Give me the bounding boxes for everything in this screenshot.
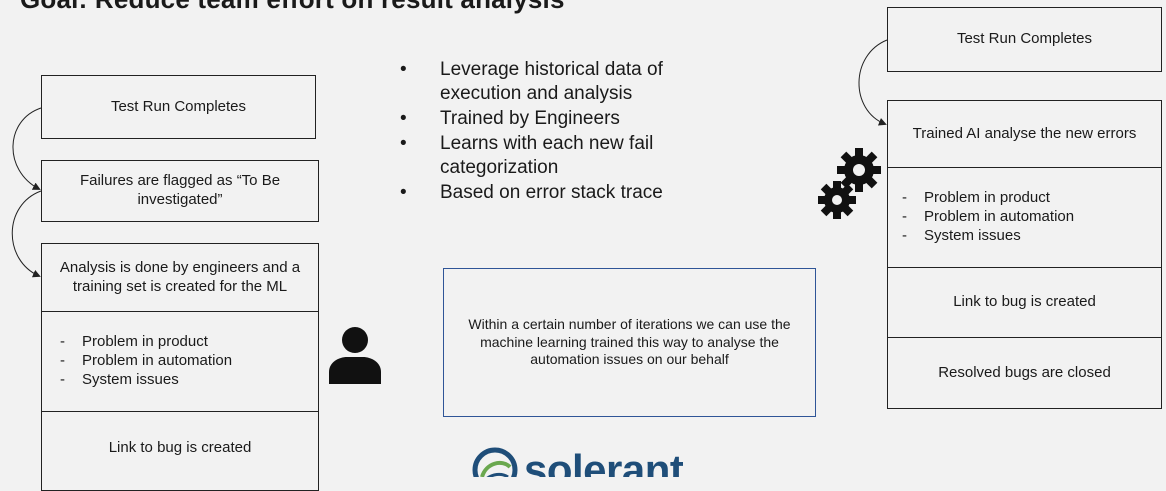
list-item: Problem in automation bbox=[902, 208, 1074, 227]
gears-icon bbox=[818, 148, 881, 219]
right-step-bugs-closed: Resolved bugs are closed bbox=[887, 337, 1162, 409]
left-step-5-label: Link to bug is created bbox=[108, 439, 252, 456]
right-step-trained-ai: Trained AI analyse the new errors bbox=[887, 100, 1162, 168]
left-step-1-label: Test Run Completes bbox=[110, 97, 247, 115]
list-item: Problem in product bbox=[60, 333, 232, 352]
left-arrow-1-2 bbox=[12, 107, 42, 190]
person-icon bbox=[329, 327, 381, 384]
right-step-5-label: Resolved bugs are closed bbox=[938, 363, 1111, 381]
left-step-categories: Problem in product Problem in automation… bbox=[41, 311, 319, 412]
list-item: System issues bbox=[902, 227, 1074, 246]
bullet-item: Learns with each new fail categorization bbox=[398, 132, 738, 180]
right-step-4-label: Link to bug is created bbox=[953, 293, 1096, 311]
left-step-link-to-bug: Link to bug is created bbox=[41, 411, 319, 491]
bullet-item: Leverage historical data of execution an… bbox=[398, 58, 738, 106]
list-item: Problem in product bbox=[902, 189, 1074, 208]
logo-swirl-icon bbox=[472, 447, 518, 477]
right-categories-list: Problem in product Problem in automation… bbox=[902, 189, 1074, 245]
left-step-2-label: Failures are flagged as “To Be investiga… bbox=[79, 172, 281, 208]
right-step-categories: Problem in product Problem in automation… bbox=[887, 167, 1162, 268]
left-step-3-label: Analysis is done by engineers and a trai… bbox=[59, 258, 301, 295]
left-step-analysis-by-engineers: Analysis is done by engineers and a trai… bbox=[41, 243, 319, 312]
bullet-item: Trained by Engineers bbox=[398, 107, 738, 131]
bullet-item: Based on error stack trace bbox=[398, 181, 738, 205]
company-logo: solerant bbox=[472, 447, 683, 477]
left-step-failures-flagged: Failures are flagged as “To Be investiga… bbox=[41, 160, 319, 222]
list-item: Problem in automation bbox=[60, 352, 232, 371]
right-step-link-to-bug: Link to bug is created bbox=[887, 267, 1162, 338]
ml-note-box: Within a certain number of iterations we… bbox=[443, 268, 816, 417]
right-arrow-1-2 bbox=[858, 39, 888, 126]
right-step-test-run-completes: Test Run Completes bbox=[887, 7, 1162, 72]
right-step-2-label: Trained AI analyse the new errors bbox=[912, 124, 1137, 142]
logo-text: solerant bbox=[524, 447, 684, 478]
slide-title: Goal: Reduce team effort on result analy… bbox=[20, 0, 565, 15]
right-step-1-label: Test Run Completes bbox=[956, 30, 1093, 48]
ml-note-text: Within a certain number of iterations we… bbox=[468, 316, 791, 368]
left-step-test-run-completes: Test Run Completes bbox=[41, 75, 316, 139]
list-item: System issues bbox=[60, 371, 232, 390]
feature-bullet-list: Leverage historical data of execution an… bbox=[398, 58, 738, 206]
left-arrow-2-3 bbox=[11, 190, 42, 278]
left-categories-list: Problem in product Problem in automation… bbox=[60, 333, 232, 389]
